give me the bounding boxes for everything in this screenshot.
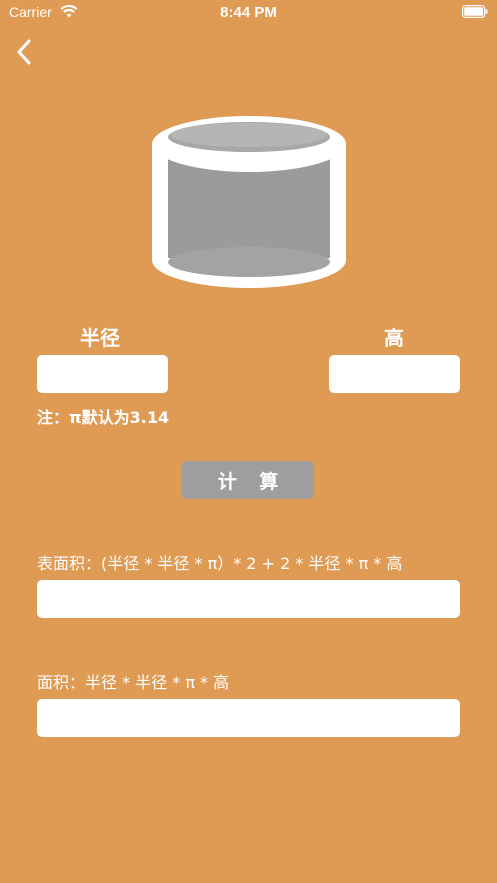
radius-input[interactable]	[37, 355, 168, 393]
height-input[interactable]	[329, 355, 460, 393]
chevron-left-icon	[17, 39, 31, 65]
status-bar: Carrier 8:44 PM	[0, 0, 497, 26]
clock-time: 8:44 PM	[220, 4, 277, 21]
surface-area-result-field[interactable]	[37, 580, 460, 618]
radius-label: 半径	[80, 326, 120, 350]
volume-result-field[interactable]	[37, 699, 460, 737]
surface-area-formula: 表面积：(半径 * 半径 * π）* 2 + 2 * 半径 * π * 高	[37, 554, 403, 573]
calculate-button[interactable]: 计 算	[182, 461, 314, 499]
cylinder-icon	[152, 116, 346, 288]
back-button[interactable]	[10, 36, 38, 68]
battery-icon	[462, 5, 488, 18]
volume-formula: 面积：半径 * 半径 * π * 高	[37, 673, 230, 692]
height-label: 高	[384, 326, 404, 350]
pi-note: 注：π默认为3.14	[37, 408, 170, 427]
